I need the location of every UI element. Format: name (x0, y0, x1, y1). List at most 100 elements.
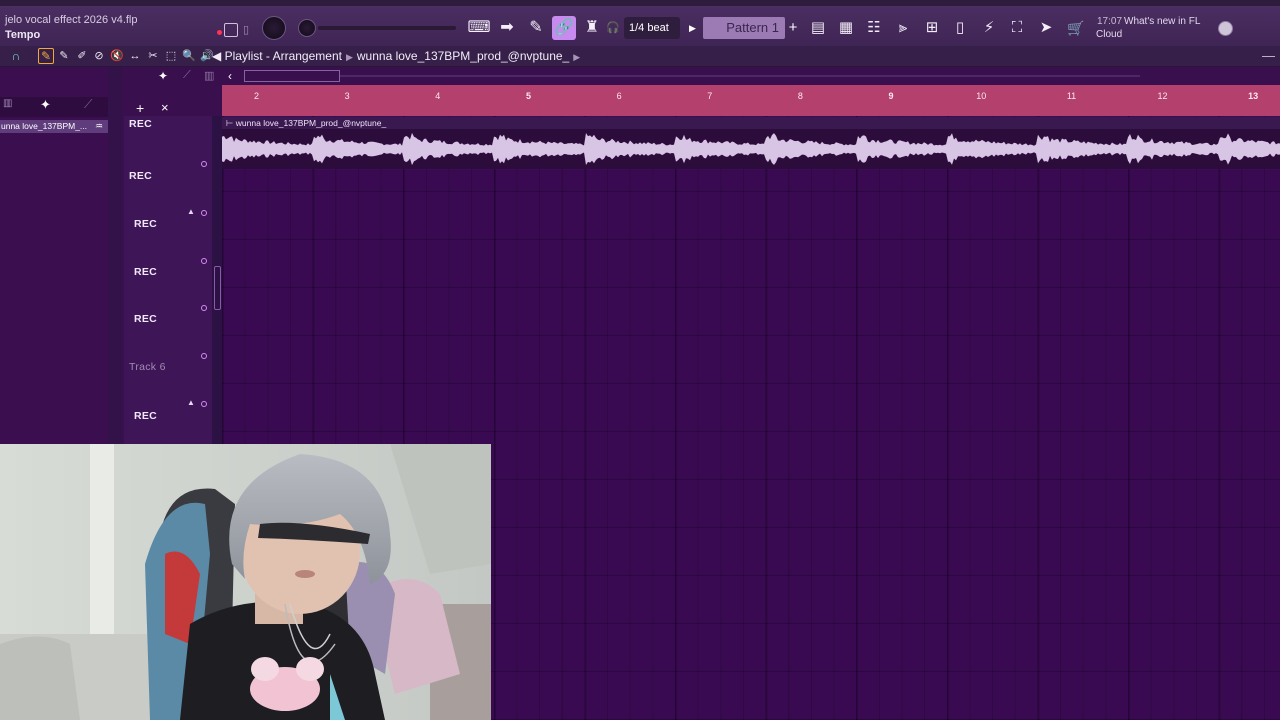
track-label[interactable]: REC (129, 118, 152, 130)
record-indicator-icon (217, 30, 222, 35)
track-header-panel (124, 116, 222, 444)
track-header-strip (124, 116, 212, 444)
playlist-icon[interactable]: ▤ (806, 16, 830, 40)
overview-scroll-track[interactable] (340, 75, 1140, 77)
timeline-bar-number: 5 (525, 91, 531, 101)
track-active-led-icon[interactable] (201, 258, 207, 264)
news-time: 17:07 (1097, 16, 1123, 27)
timeline-bar-number: 9 (888, 91, 894, 101)
overview-view-window[interactable] (244, 70, 340, 82)
audio-waveform (222, 132, 1280, 166)
top-strip (0, 0, 1280, 6)
draw-tool-icon[interactable]: ✎ (57, 49, 71, 63)
audio-clip-title[interactable]: ⊢ wunna love_137BPM_prod_@nvptune_ (222, 117, 1280, 129)
browser-icon[interactable]: ⊞ (920, 16, 944, 40)
slip-tool-icon[interactable]: ↔ (128, 49, 142, 63)
track-label[interactable]: REC (134, 266, 157, 278)
track-label[interactable]: REC (129, 170, 152, 182)
headphones-icon[interactable]: 🎧 (606, 16, 620, 40)
snap-magnet-icon[interactable]: ∩ (9, 49, 23, 63)
playlist-pattern-name[interactable]: wunna love_137BPM_prod_@nvptune_ (357, 49, 569, 63)
picker-automation-icon[interactable]: ⟋ (84, 97, 92, 112)
clip-menu-icon[interactable]: ⊢ (226, 118, 236, 128)
breadcrumb-arrow-icon[interactable]: ▶ (573, 52, 580, 62)
fl-logo-icon[interactable] (224, 23, 238, 37)
mixer-icon[interactable]: ⫸ (891, 16, 915, 40)
track-active-led-icon[interactable] (201, 401, 207, 407)
slice-tool-icon[interactable]: ✂ (146, 49, 160, 63)
zoom-tool-icon[interactable]: 🔍 (182, 49, 196, 63)
track-scrollbar[interactable] (214, 266, 221, 310)
timeline-bar-number: 2 (254, 91, 260, 101)
track-active-led-icon[interactable] (201, 353, 207, 359)
waveform-shape (222, 132, 1280, 166)
track-label[interactable]: REC (134, 218, 157, 230)
track-label[interactable]: REC (134, 410, 157, 422)
picker-audio-icon[interactable]: ✦ (40, 97, 51, 113)
track-active-led-icon[interactable] (201, 305, 207, 311)
project-title: jelo vocal effect 2026 v4.flp (5, 14, 138, 26)
typing-keyboard-icon[interactable]: ⌨ (467, 16, 491, 40)
mute-tool-icon[interactable]: 🔇 (110, 49, 124, 63)
zoom-fit-icon[interactable]: ✦ (158, 69, 168, 83)
speaker-icon[interactable]: ◀ (212, 49, 221, 63)
breadcrumb: ◀ Playlist - Arrangement ▶ wunna love_137B… (212, 49, 584, 63)
delete-tool-icon[interactable]: ⊘ (92, 49, 106, 63)
pattern-select[interactable]: Pattern 1 (703, 17, 785, 39)
add-pattern-button[interactable]: + (786, 17, 800, 39)
snap-select[interactable]: 1/4 beat (624, 17, 680, 39)
webcam-image (0, 444, 491, 720)
piano-roll-icon[interactable]: ▦ (834, 16, 858, 40)
timeline-bar-number: 6 (616, 91, 622, 101)
plugin-icon[interactable]: ⚡ (977, 16, 1001, 40)
file-icon[interactable]: ▯ (948, 16, 972, 40)
paint-tool-icon[interactable]: ✐ (75, 49, 89, 63)
track-collapse-icon[interactable]: ▲ (187, 398, 195, 407)
tempo-tap-icon[interactable]: ⛶ (1005, 16, 1029, 40)
track-label[interactable]: Track 6 (129, 361, 166, 373)
master-volume-knob[interactable] (262, 16, 286, 40)
master-pitch-knob[interactable] (298, 19, 316, 37)
picker-toolbar (0, 97, 122, 117)
timeline-bar-number: 10 (976, 91, 987, 101)
master-slider[interactable] (318, 26, 456, 30)
timeline-ruler[interactable] (222, 85, 1280, 116)
lock-icon[interactable]: ▯ (243, 23, 253, 37)
minimize-icon[interactable]: — (1262, 48, 1275, 63)
stamp-icon[interactable]: ♜ (580, 16, 604, 40)
clip-waveform-icon: ♒ (94, 121, 104, 131)
news-headline[interactable]: What's new in FL (1124, 16, 1200, 27)
scroll-left-icon[interactable]: ‹ (228, 69, 232, 83)
track-label[interactable]: REC (134, 313, 157, 325)
audio-clip-name: wunna love_137BPM_prod_@nvptune_ (235, 118, 387, 128)
add-track-button[interactable]: + (136, 100, 144, 116)
timeline-bar-number: 13 (1248, 91, 1259, 101)
send-icon[interactable]: ➤ (1034, 16, 1058, 40)
picker-piano-icon[interactable]: ▥ (3, 98, 12, 109)
arrow-right-icon[interactable]: ➡ (495, 16, 519, 40)
grid-link-icon[interactable]: ⟋ (183, 69, 191, 82)
timeline-bar-number: 12 (1157, 91, 1168, 101)
track-active-led-icon[interactable] (201, 161, 207, 167)
webcam-overlay (0, 444, 491, 720)
news-headline-line2[interactable]: Cloud (1096, 29, 1122, 40)
track-active-led-icon[interactable] (201, 210, 207, 216)
panel-divider[interactable] (108, 67, 122, 444)
playlist-title: Playlist - Arrangement (224, 49, 342, 63)
channel-rack-icon[interactable]: ☷ (862, 16, 886, 40)
timeline-bar-number: 3 (344, 91, 350, 101)
tempo-label[interactable]: Tempo (5, 29, 40, 41)
pattern-play-icon[interactable]: ▶ (689, 17, 701, 39)
timeline-bar-number: 7 (707, 91, 713, 101)
grid-mode-icon[interactable]: ▥ (204, 69, 214, 82)
select-tool-icon[interactable]: ⬚ (164, 49, 178, 63)
remove-track-button[interactable]: × (161, 100, 169, 115)
timeline-bar-number: 11 (1066, 91, 1077, 101)
cart-icon[interactable]: 🛒 (1066, 18, 1086, 38)
draw-mode-icon[interactable]: ✎ (38, 48, 54, 64)
track-collapse-icon[interactable]: ▲ (187, 207, 195, 216)
globe-icon[interactable] (1218, 21, 1233, 36)
breadcrumb-separator-icon: ▶ (345, 52, 353, 62)
pencil-icon[interactable]: ✎ (524, 16, 548, 40)
link-icon[interactable]: 🔗 (552, 16, 576, 40)
